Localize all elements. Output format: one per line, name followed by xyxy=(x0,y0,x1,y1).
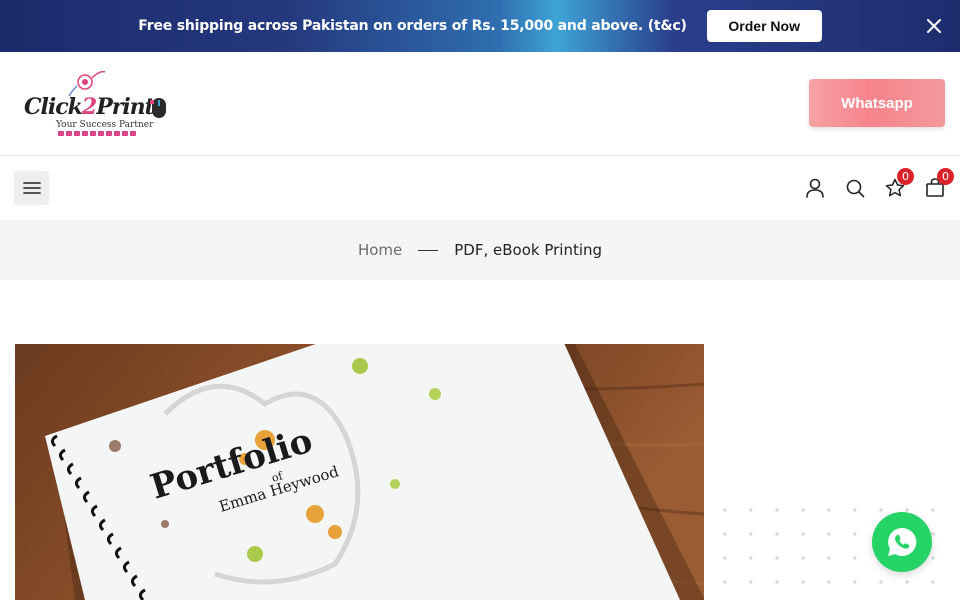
user-icon[interactable] xyxy=(804,177,826,199)
product-image[interactable]: Portfolio of Emma Heywood xyxy=(15,344,704,600)
breadcrumb-home-link[interactable]: Home xyxy=(358,241,402,259)
breadcrumb-separator xyxy=(418,249,439,251)
cart-count-badge: 0 xyxy=(937,168,954,185)
hamburger-menu-icon[interactable] xyxy=(14,171,49,205)
announcement-text: Free shipping across Pakistan on orders … xyxy=(138,18,687,34)
logo-social-icons xyxy=(58,131,136,136)
order-now-button[interactable]: Order Now xyxy=(706,10,822,42)
nav-row: 0 0 xyxy=(0,156,960,220)
wishlist-count-badge: 0 xyxy=(897,168,914,185)
logo-mouse-icon xyxy=(150,98,166,118)
announcement-bar: Free shipping across Pakistan on orders … xyxy=(0,0,960,52)
logo-tagline: Your Success Partner xyxy=(56,120,154,130)
breadcrumb: Home PDF, eBook Printing xyxy=(0,220,960,280)
close-icon[interactable] xyxy=(924,16,944,36)
whatsapp-icon[interactable] xyxy=(872,512,932,572)
breadcrumb-current: PDF, eBook Printing xyxy=(454,241,603,259)
search-icon[interactable] xyxy=(844,177,866,199)
logo-brand: Click2Print xyxy=(24,94,155,120)
site-header: Click2Print Your Success Partner Whatsap… xyxy=(0,52,960,156)
site-logo[interactable]: Click2Print Your Success Partner xyxy=(22,68,172,142)
whatsapp-button[interactable]: Whatsapp xyxy=(809,79,945,127)
